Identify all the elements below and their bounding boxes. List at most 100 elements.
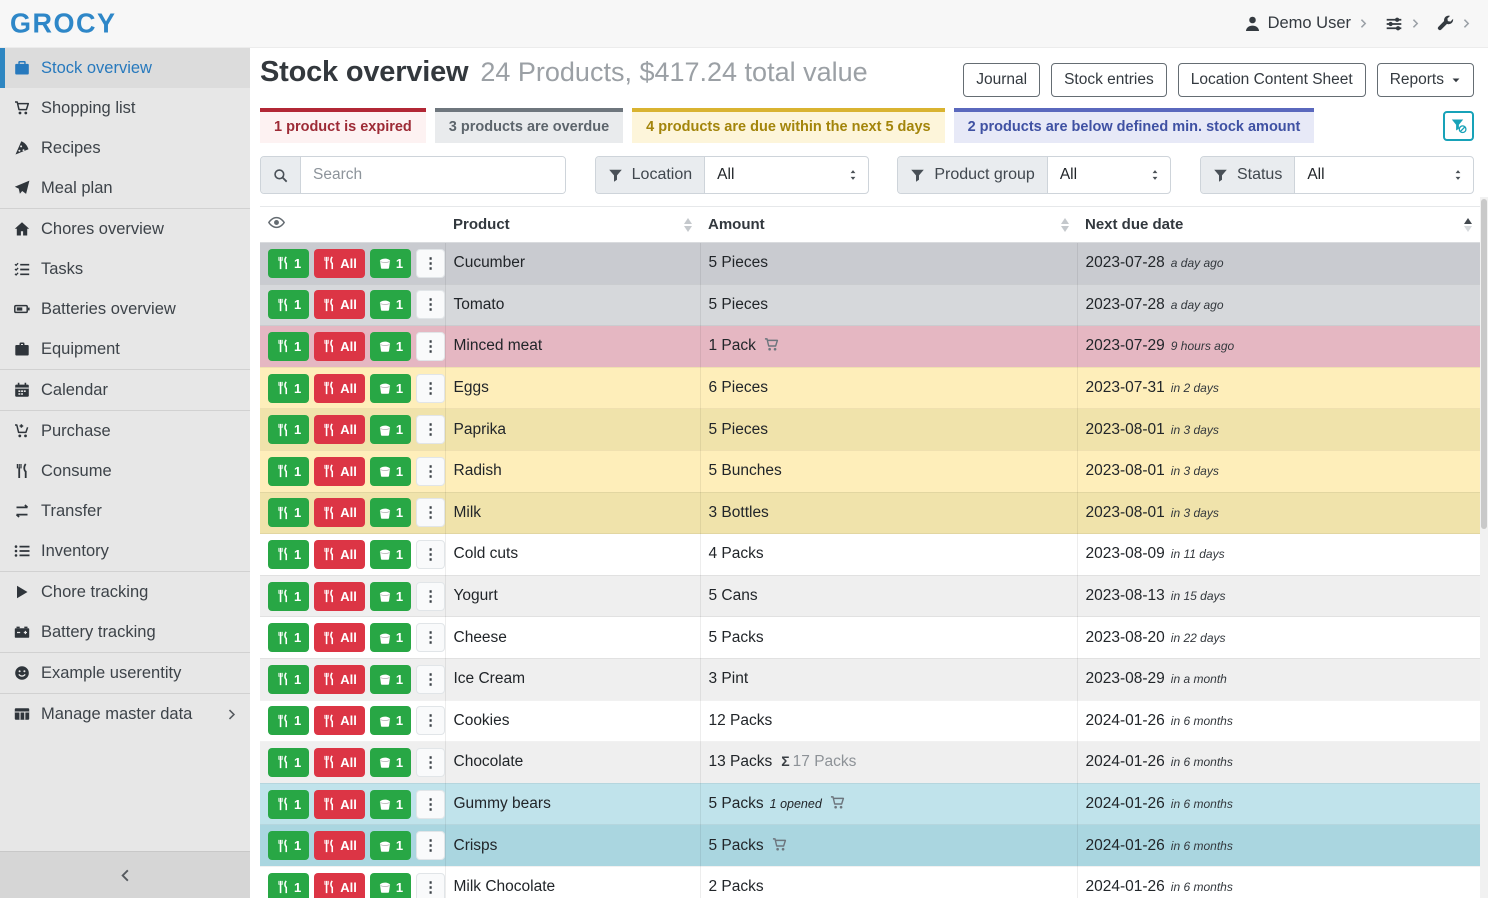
row-menu-button[interactable]: ⋮ [416,665,445,694]
sidebar-item-purchase[interactable]: Purchase [0,411,250,451]
sidebar-item-battery-tracking[interactable]: Battery tracking [0,612,250,652]
sidebar-item-shopping-list[interactable]: Shopping list [0,88,250,128]
consume-one-button[interactable]: 1 [268,415,309,444]
row-menu-button[interactable]: ⋮ [416,831,445,860]
sidebar-item-recipes[interactable]: Recipes [0,128,250,168]
row-menu-button[interactable]: ⋮ [416,290,445,319]
row-menu-button[interactable]: ⋮ [416,540,445,569]
sidebar-item-transfer[interactable]: Transfer [0,491,250,531]
open-one-button[interactable]: 1 [370,665,411,694]
product-name[interactable]: Cheese [445,617,700,659]
sidebar-item-inventory[interactable]: Inventory [0,531,250,571]
row-menu-button[interactable]: ⋮ [416,582,445,611]
row-menu-button[interactable]: ⋮ [416,332,445,361]
row-menu-button[interactable]: ⋮ [416,748,445,777]
row-menu-button[interactable]: ⋮ [416,790,445,819]
column-header-next-due-date[interactable]: Next due date [1077,207,1480,243]
product-name[interactable]: Milk [445,492,700,534]
product-name[interactable]: Ice Cream [445,658,700,700]
consume-all-button[interactable]: All [314,249,365,278]
settings-menu[interactable] [1385,15,1421,33]
consume-all-button[interactable]: All [314,873,365,898]
alert-due-soon[interactable]: 4 products are due within the next 5 day… [632,108,944,143]
consume-one-button[interactable]: 1 [268,873,309,898]
scrollbar-thumb[interactable] [1481,199,1487,529]
open-one-button[interactable]: 1 [370,374,411,403]
location-content-sheet-button[interactable]: Location Content Sheet [1178,63,1366,97]
alert-overdue[interactable]: 3 products are overdue [435,108,623,143]
consume-all-button[interactable]: All [314,831,365,860]
consume-one-button[interactable]: 1 [268,790,309,819]
consume-all-button[interactable]: All [314,748,365,777]
open-one-button[interactable]: 1 [370,498,411,527]
journal-button[interactable]: Journal [963,63,1040,97]
sidebar-item-equipment[interactable]: Equipment [0,329,250,369]
consume-one-button[interactable]: 1 [268,332,309,361]
consume-all-button[interactable]: All [314,290,365,319]
consume-all-button[interactable]: All [314,706,365,735]
consume-all-button[interactable]: All [314,582,365,611]
admin-menu[interactable] [1437,15,1472,32]
consume-one-button[interactable]: 1 [268,498,309,527]
stock-entries-button[interactable]: Stock entries [1051,63,1167,97]
search-input[interactable] [301,157,565,193]
column-header-amount[interactable]: Amount [700,207,1077,243]
sidebar-item-chore-tracking[interactable]: Chore tracking [0,572,250,612]
open-one-button[interactable]: 1 [370,290,411,319]
product-name[interactable]: Tomato [445,284,700,326]
sidebar-item-manage-master-data[interactable]: Manage master data [0,694,250,734]
open-one-button[interactable]: 1 [370,332,411,361]
open-one-button[interactable]: 1 [370,873,411,898]
consume-one-button[interactable]: 1 [268,748,309,777]
consume-one-button[interactable]: 1 [268,582,309,611]
product-name[interactable]: Milk Chocolate [445,866,700,898]
open-one-button[interactable]: 1 [370,415,411,444]
row-menu-button[interactable]: ⋮ [416,249,445,278]
row-menu-button[interactable]: ⋮ [416,623,445,652]
open-one-button[interactable]: 1 [370,540,411,569]
row-menu-button[interactable]: ⋮ [416,498,445,527]
consume-one-button[interactable]: 1 [268,457,309,486]
consume-all-button[interactable]: All [314,457,365,486]
vertical-scrollbar[interactable] [1480,197,1488,898]
open-one-button[interactable]: 1 [370,249,411,278]
product-name[interactable]: Chocolate [445,742,700,784]
column-header-product[interactable]: Product [445,207,700,243]
consume-all-button[interactable]: All [314,540,365,569]
product-name[interactable]: Cucumber [445,243,700,285]
row-menu-button[interactable]: ⋮ [416,457,445,486]
consume-one-button[interactable]: 1 [268,290,309,319]
filter-product-group-select[interactable]: All [1048,157,1170,193]
product-name[interactable]: Radish [445,450,700,492]
consume-one-button[interactable]: 1 [268,623,309,652]
sidebar-item-stock-overview[interactable]: Stock overview [0,48,250,88]
row-menu-button[interactable]: ⋮ [416,873,445,898]
consume-all-button[interactable]: All [314,665,365,694]
product-name[interactable]: Gummy bears [445,783,700,825]
user-menu[interactable]: Demo User [1244,14,1369,33]
consume-one-button[interactable]: 1 [268,706,309,735]
open-one-button[interactable]: 1 [370,582,411,611]
consume-all-button[interactable]: All [314,623,365,652]
product-name[interactable]: Minced meat [445,326,700,368]
sidebar-collapse-button[interactable] [0,851,250,898]
product-name[interactable]: Eggs [445,367,700,409]
open-one-button[interactable]: 1 [370,706,411,735]
clear-filters-button[interactable] [1443,111,1474,141]
reports-button[interactable]: Reports [1377,63,1474,97]
consume-one-button[interactable]: 1 [268,665,309,694]
open-one-button[interactable]: 1 [370,748,411,777]
open-one-button[interactable]: 1 [370,831,411,860]
row-menu-button[interactable]: ⋮ [416,374,445,403]
consume-one-button[interactable]: 1 [268,540,309,569]
consume-all-button[interactable]: All [314,332,365,361]
alert-below-min[interactable]: 2 products are below defined min. stock … [954,108,1315,143]
row-menu-button[interactable]: ⋮ [416,415,445,444]
product-name[interactable]: Paprika [445,409,700,451]
open-one-button[interactable]: 1 [370,457,411,486]
sidebar-item-calendar[interactable]: Calendar [0,370,250,410]
sidebar-item-chores-overview[interactable]: Chores overview [0,209,250,249]
open-one-button[interactable]: 1 [370,623,411,652]
filter-status-select[interactable]: All [1295,157,1473,193]
sidebar-item-meal-plan[interactable]: Meal plan [0,168,250,208]
